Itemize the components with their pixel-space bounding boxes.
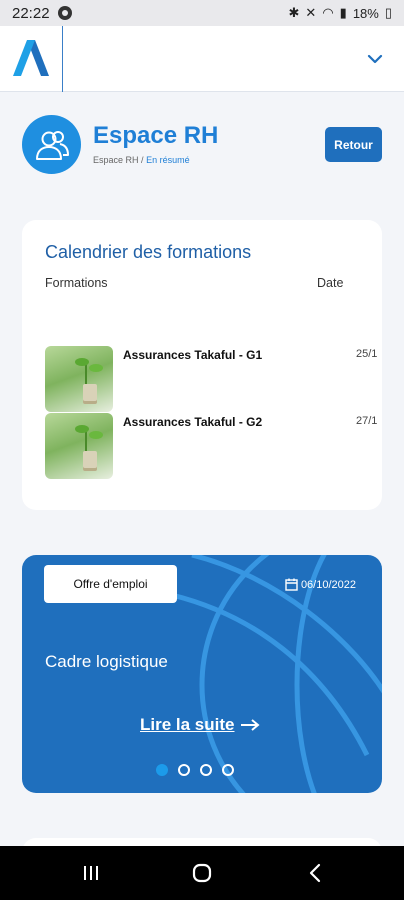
calendar-title: Calendrier des formations (45, 242, 252, 262)
wifi-icon: ◠ (322, 5, 334, 20)
column-header-formations: Formations (45, 276, 108, 290)
offer-type-badge: Offre d'emploi (44, 565, 177, 603)
mute-icon: ✕ (305, 5, 317, 20)
job-offer-carousel[interactable]: Offre d'emploi 06/10/2022 Cadre logistiq… (22, 555, 382, 793)
battery-level: 18% (352, 5, 379, 21)
training-row[interactable]: Assurances Takaful - G2 27/1 (45, 413, 382, 479)
breadcrumb-separator: / (141, 155, 144, 165)
training-calendar-card: Calendrier des formations Formations Dat… (22, 220, 382, 510)
breadcrumb-root[interactable]: Espace RH (93, 155, 139, 165)
back-icon[interactable] (302, 860, 328, 886)
carousel-dots (156, 764, 234, 776)
chevron-down-icon[interactable] (364, 48, 386, 70)
app-bar (0, 26, 404, 92)
training-date: 27/1 (356, 415, 378, 427)
back-button[interactable]: Retour (325, 127, 382, 162)
app-logo[interactable] (11, 38, 51, 78)
system-nav-bar (0, 846, 404, 900)
page-title: Espace RH (93, 122, 219, 149)
carousel-dot[interactable] (200, 764, 212, 776)
page-header: Espace RH Espace RH / En résumé Retour (22, 115, 382, 175)
training-title: Assurances Takaful - G2 (123, 415, 263, 429)
calendar-icon (285, 578, 298, 591)
carousel-dot[interactable] (178, 764, 190, 776)
breadcrumb-current: En résumé (146, 155, 190, 165)
training-date: 25/1 (356, 348, 378, 360)
carousel-dot[interactable] (156, 764, 168, 776)
offer-date-text: 06/10/2022 (300, 578, 356, 591)
status-bar: 22:22 ✱ ✕ ◠ ▮ 18% ▯ (0, 0, 404, 26)
offer-title: Cadre logistique (45, 652, 168, 671)
training-thumbnail (45, 346, 113, 412)
read-more-link[interactable]: Lire la suite (140, 715, 261, 735)
status-right: ✱ ✕ ◠ ▮ 18% ▯ (289, 5, 393, 21)
sync-icon (57, 6, 72, 20)
bluetooth-icon: ✱ (288, 5, 300, 20)
home-icon[interactable] (189, 860, 215, 886)
arrow-right-icon (241, 719, 261, 731)
appbar-divider (62, 26, 63, 92)
recent-apps-icon[interactable] (78, 860, 104, 886)
training-row[interactable]: Assurances Takaful - G1 25/1 (45, 346, 382, 412)
breadcrumb: Espace RH / En résumé (93, 155, 190, 165)
signal-icon: ▮ (339, 5, 347, 20)
training-thumbnail (45, 413, 113, 479)
status-time: 22:22 (12, 4, 50, 22)
training-title: Assurances Takaful - G1 (123, 348, 263, 362)
read-more-label: Lire la suite (140, 715, 235, 734)
column-header-date: Date (317, 276, 344, 290)
battery-icon: ▯ (384, 5, 392, 20)
carousel-dot[interactable] (222, 764, 234, 776)
users-icon (22, 115, 81, 174)
offer-date: 06/10/2022 (285, 578, 356, 591)
